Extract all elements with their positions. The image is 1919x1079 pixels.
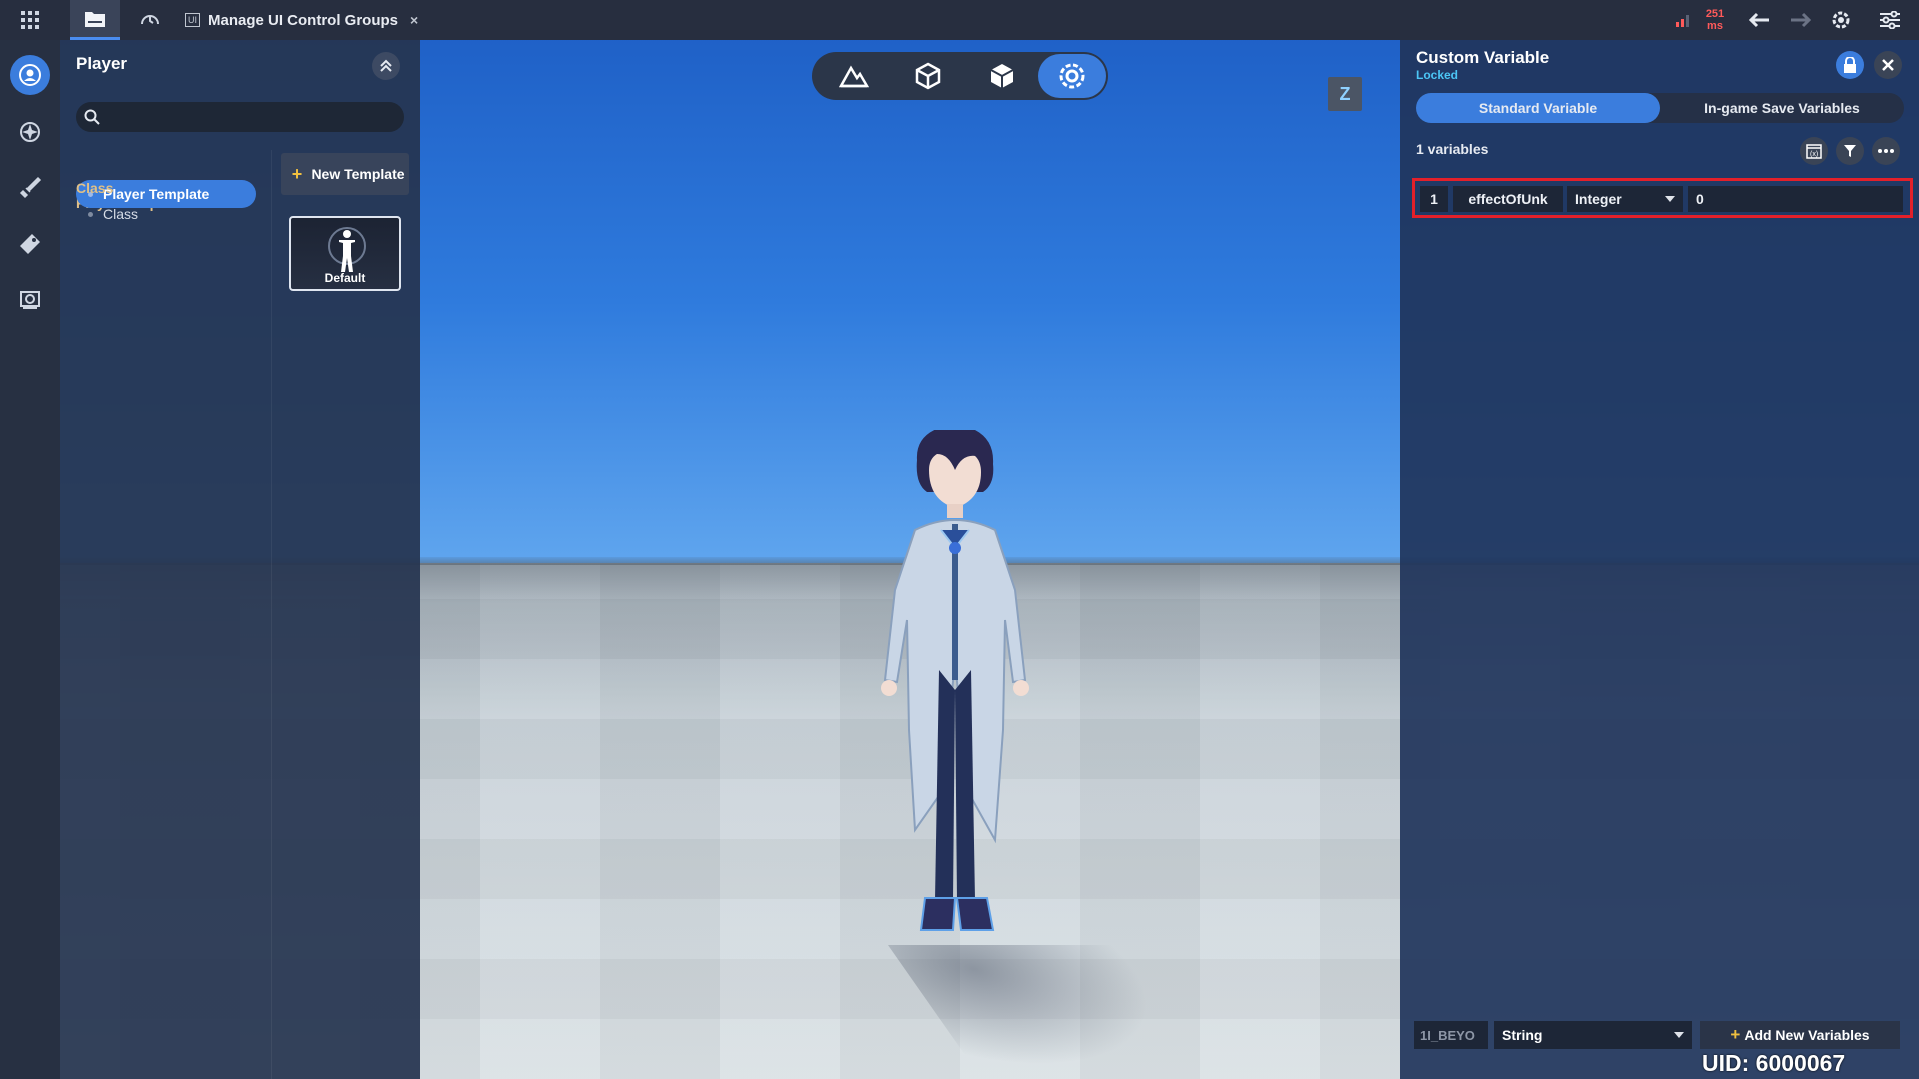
collapse-double-chevron-icon[interactable] bbox=[372, 52, 400, 80]
uid-label: UID: 6000067 bbox=[1702, 1050, 1846, 1076]
locked-status: Locked bbox=[1416, 68, 1459, 82]
variable-index: 1 bbox=[1420, 186, 1448, 212]
filter-icon[interactable] bbox=[1836, 137, 1864, 165]
tab-standard-variable[interactable]: Standard Variable bbox=[1416, 93, 1660, 123]
variable-count: 1 variables bbox=[1416, 141, 1489, 157]
tab-in-game-save-variables[interactable]: In-game Save Variables bbox=[1660, 93, 1904, 123]
variable-type-value: Integer bbox=[1575, 191, 1622, 207]
ping-readout: 251 ms bbox=[1698, 0, 1732, 40]
folder-icon[interactable] bbox=[70, 0, 120, 40]
variable-type-tabs: Standard Variable In-game Save Variables bbox=[1416, 93, 1904, 123]
variable-type-dropdown[interactable]: Integer bbox=[1567, 186, 1683, 212]
apps-grid-icon[interactable] bbox=[0, 0, 60, 40]
tree-item-label: Class bbox=[103, 206, 139, 222]
terrain-mountain-icon[interactable] bbox=[820, 54, 888, 98]
signal-icon bbox=[1668, 0, 1698, 40]
chevron-down-icon bbox=[1665, 196, 1675, 202]
custom-variable-title: Custom Variable bbox=[1416, 48, 1550, 67]
ping-unit: ms bbox=[1707, 20, 1723, 32]
tab-close-icon[interactable]: × bbox=[410, 12, 418, 28]
default-template-card[interactable]: Default bbox=[289, 216, 401, 291]
global-settings-icon[interactable] bbox=[1038, 54, 1106, 98]
plus-icon: + bbox=[291, 163, 303, 184]
z-key-hint[interactable]: Z bbox=[1328, 77, 1362, 111]
variable-name-field[interactable]: effectOfUnk bbox=[1453, 186, 1563, 212]
variable-function-icon[interactable]: (x) bbox=[1800, 137, 1828, 165]
tab-manage-ui-control-groups[interactable]: UI Manage UI Control Groups × bbox=[185, 0, 445, 40]
add-variable-bar: 1I_BEYO String + Add New Variables bbox=[1414, 1021, 1909, 1051]
player-panel: Player Player Template Player Template C… bbox=[60, 40, 420, 1079]
player-character-model[interactable] bbox=[855, 430, 1055, 990]
variable-value-field[interactable]: 0 bbox=[1688, 186, 1903, 212]
tab-title: Manage UI Control Groups bbox=[208, 11, 399, 29]
close-icon[interactable] bbox=[1874, 51, 1902, 79]
new-variable-type-value: String bbox=[1502, 1027, 1543, 1043]
settings-gear-icon[interactable] bbox=[1822, 0, 1860, 40]
viewport-mode-toolbar bbox=[812, 52, 1108, 100]
history-icon[interactable] bbox=[130, 0, 170, 40]
add-new-variables-button[interactable]: + Add New Variables bbox=[1700, 1021, 1900, 1049]
lock-icon[interactable] bbox=[1836, 51, 1864, 79]
more-options-icon[interactable] bbox=[1872, 137, 1900, 165]
sliders-icon[interactable] bbox=[1870, 0, 1910, 40]
tree-header-class[interactable]: Class bbox=[76, 180, 113, 196]
player-icon[interactable] bbox=[10, 55, 50, 95]
variable-row-highlighted[interactable]: 1 effectOfUnk Integer 0 bbox=[1412, 178, 1913, 218]
undo-icon[interactable] bbox=[1742, 0, 1778, 40]
new-template-button[interactable]: + New Template bbox=[281, 153, 409, 195]
ui-badge-icon: UI bbox=[185, 13, 200, 27]
player-panel-title: Player bbox=[76, 54, 128, 73]
svg-text:(x): (x) bbox=[1810, 151, 1818, 158]
ping-value: 251 bbox=[1705, 8, 1725, 20]
chevron-down-icon bbox=[1674, 1032, 1684, 1038]
custom-variable-panel: Custom Variable Locked Standard Variable… bbox=[1400, 40, 1919, 1079]
add-new-variables-label: Add New Variables bbox=[1744, 1027, 1870, 1043]
redo-icon[interactable] bbox=[1782, 0, 1818, 40]
tree-item-class[interactable]: Class bbox=[76, 200, 256, 228]
new-variable-name-input[interactable]: 1I_BEYO bbox=[1414, 1021, 1488, 1049]
entity-box-icon[interactable] bbox=[968, 54, 1036, 98]
camera-scene-icon[interactable] bbox=[10, 280, 50, 320]
player-panel-header: Player bbox=[60, 40, 420, 88]
weapon-icon[interactable] bbox=[10, 168, 50, 208]
skill-icon[interactable] bbox=[10, 112, 50, 152]
plus-icon: + bbox=[1730, 1025, 1741, 1044]
new-variable-type-dropdown[interactable]: String bbox=[1494, 1021, 1692, 1049]
default-template-label: Default bbox=[324, 271, 366, 285]
top-bar: UI Manage UI Control Groups × 251 ms bbox=[0, 0, 1919, 40]
left-icon-rail bbox=[0, 40, 60, 1079]
new-template-label: New Template bbox=[311, 165, 405, 182]
prefab-cube-icon[interactable] bbox=[894, 54, 962, 98]
bullet-icon bbox=[88, 211, 93, 217]
search-icon bbox=[84, 109, 100, 125]
template-tree: Player Template bbox=[60, 150, 272, 1079]
player-search-box[interactable] bbox=[76, 102, 404, 132]
player-search-input[interactable] bbox=[108, 109, 388, 125]
item-tag-icon[interactable] bbox=[10, 224, 50, 264]
person-figure-icon bbox=[328, 227, 366, 272]
